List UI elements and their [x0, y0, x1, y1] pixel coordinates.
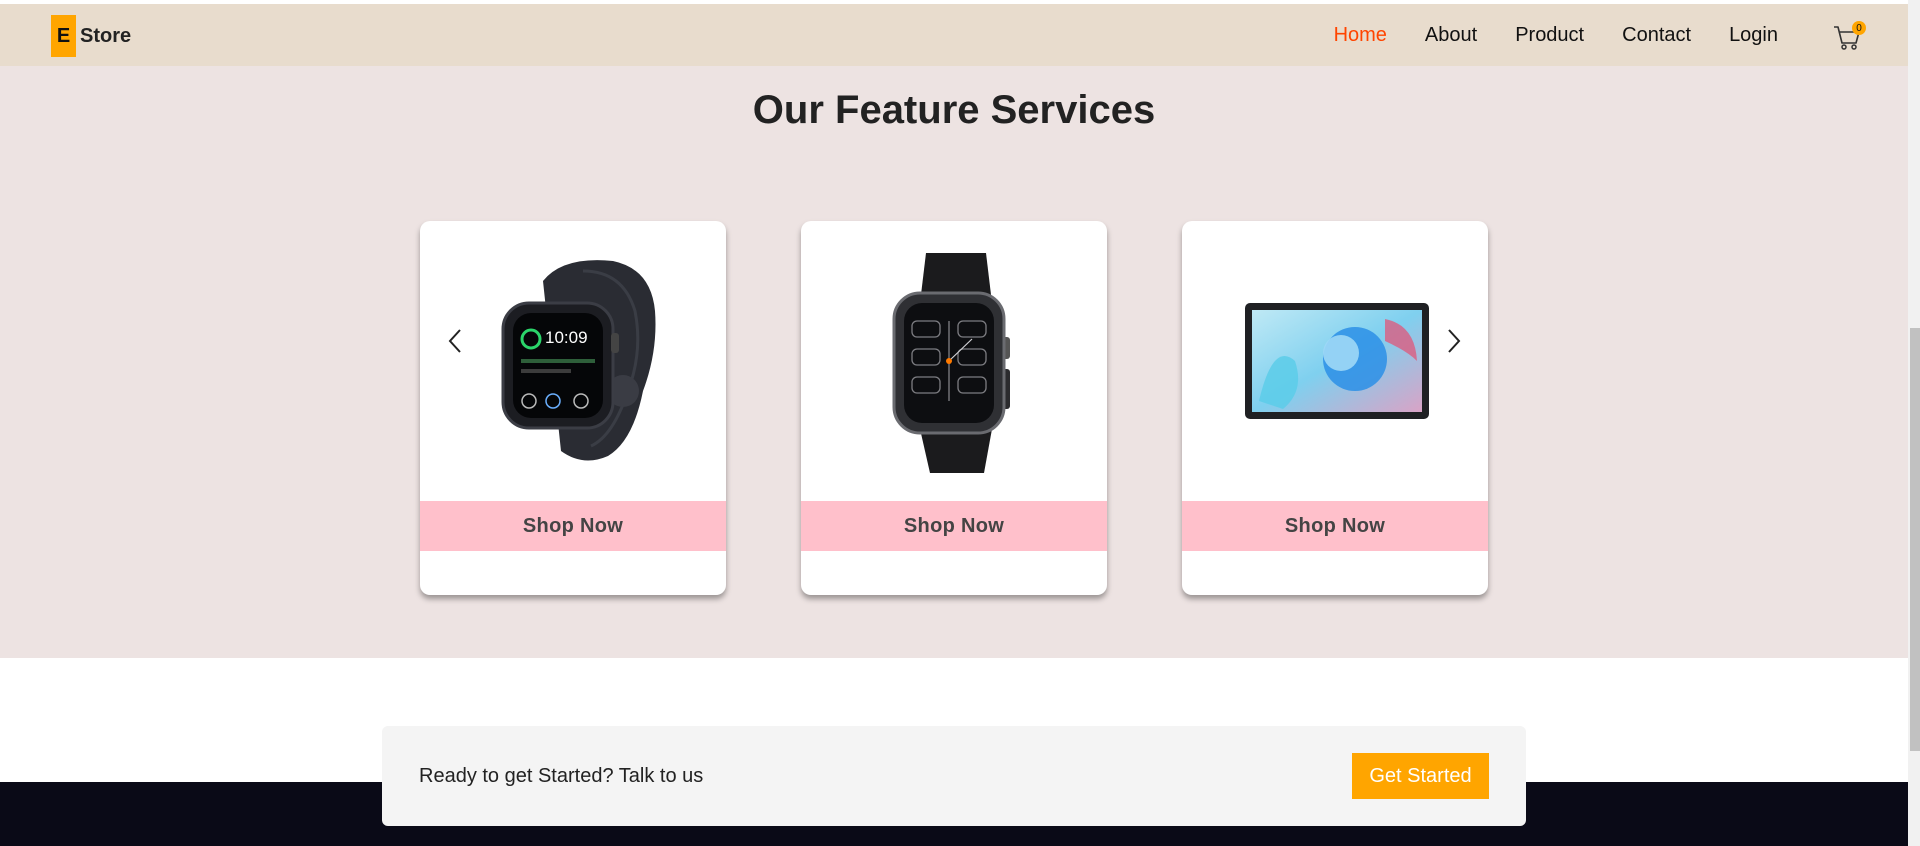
cart-count-badge: 0	[1852, 21, 1866, 35]
product-card: Shop Now	[1182, 221, 1488, 595]
product-image[interactable]	[801, 221, 1107, 501]
product-card: Shop Now	[801, 221, 1107, 595]
nav-links: Home About Product Contact Login	[1334, 4, 1778, 66]
nav-about[interactable]: About	[1425, 24, 1477, 47]
logo-mark: E	[51, 15, 76, 57]
product-image[interactable]: 10:09	[420, 221, 726, 501]
cta-text: Ready to get Started? Talk to us	[419, 764, 704, 787]
feature-title: Our Feature Services	[752, 88, 1156, 132]
logo[interactable]: E Store	[51, 15, 131, 57]
shop-now-button[interactable]: Shop Now	[1182, 501, 1488, 551]
product-card: 10:09 Shop Now	[420, 221, 726, 595]
nav-login[interactable]: Login	[1729, 24, 1778, 47]
smartwatch-icon: 10:09	[501, 260, 656, 461]
nav-contact[interactable]: Contact	[1622, 24, 1691, 47]
carousel-next-button[interactable]	[1441, 326, 1465, 356]
svg-text:10:09: 10:09	[545, 328, 588, 347]
shop-now-button[interactable]: Shop Now	[801, 501, 1107, 551]
carousel-prev-button[interactable]	[444, 326, 468, 356]
product-image[interactable]	[1182, 221, 1488, 501]
feature-section: Our Feature Services 10:09 Shop Now Shop…	[0, 66, 1908, 658]
scrollbar-thumb[interactable]	[1910, 328, 1920, 751]
navbar: E Store Home About Product Contact Login…	[0, 4, 1908, 66]
shop-now-button[interactable]: Shop Now	[420, 501, 726, 551]
logo-text: Store	[80, 24, 132, 47]
square-smartwatch-icon	[892, 253, 1010, 473]
tablet-icon	[1245, 303, 1429, 419]
cart-button[interactable]: 0	[1832, 21, 1866, 52]
chevron-right-icon	[1448, 329, 1461, 353]
cta-box: Ready to get Started? Talk to us Get Sta…	[382, 726, 1526, 826]
nav-product[interactable]: Product	[1515, 24, 1584, 47]
nav-home[interactable]: Home	[1334, 24, 1387, 47]
chevron-left-icon	[448, 329, 461, 353]
get-started-button[interactable]: Get Started	[1352, 753, 1489, 799]
